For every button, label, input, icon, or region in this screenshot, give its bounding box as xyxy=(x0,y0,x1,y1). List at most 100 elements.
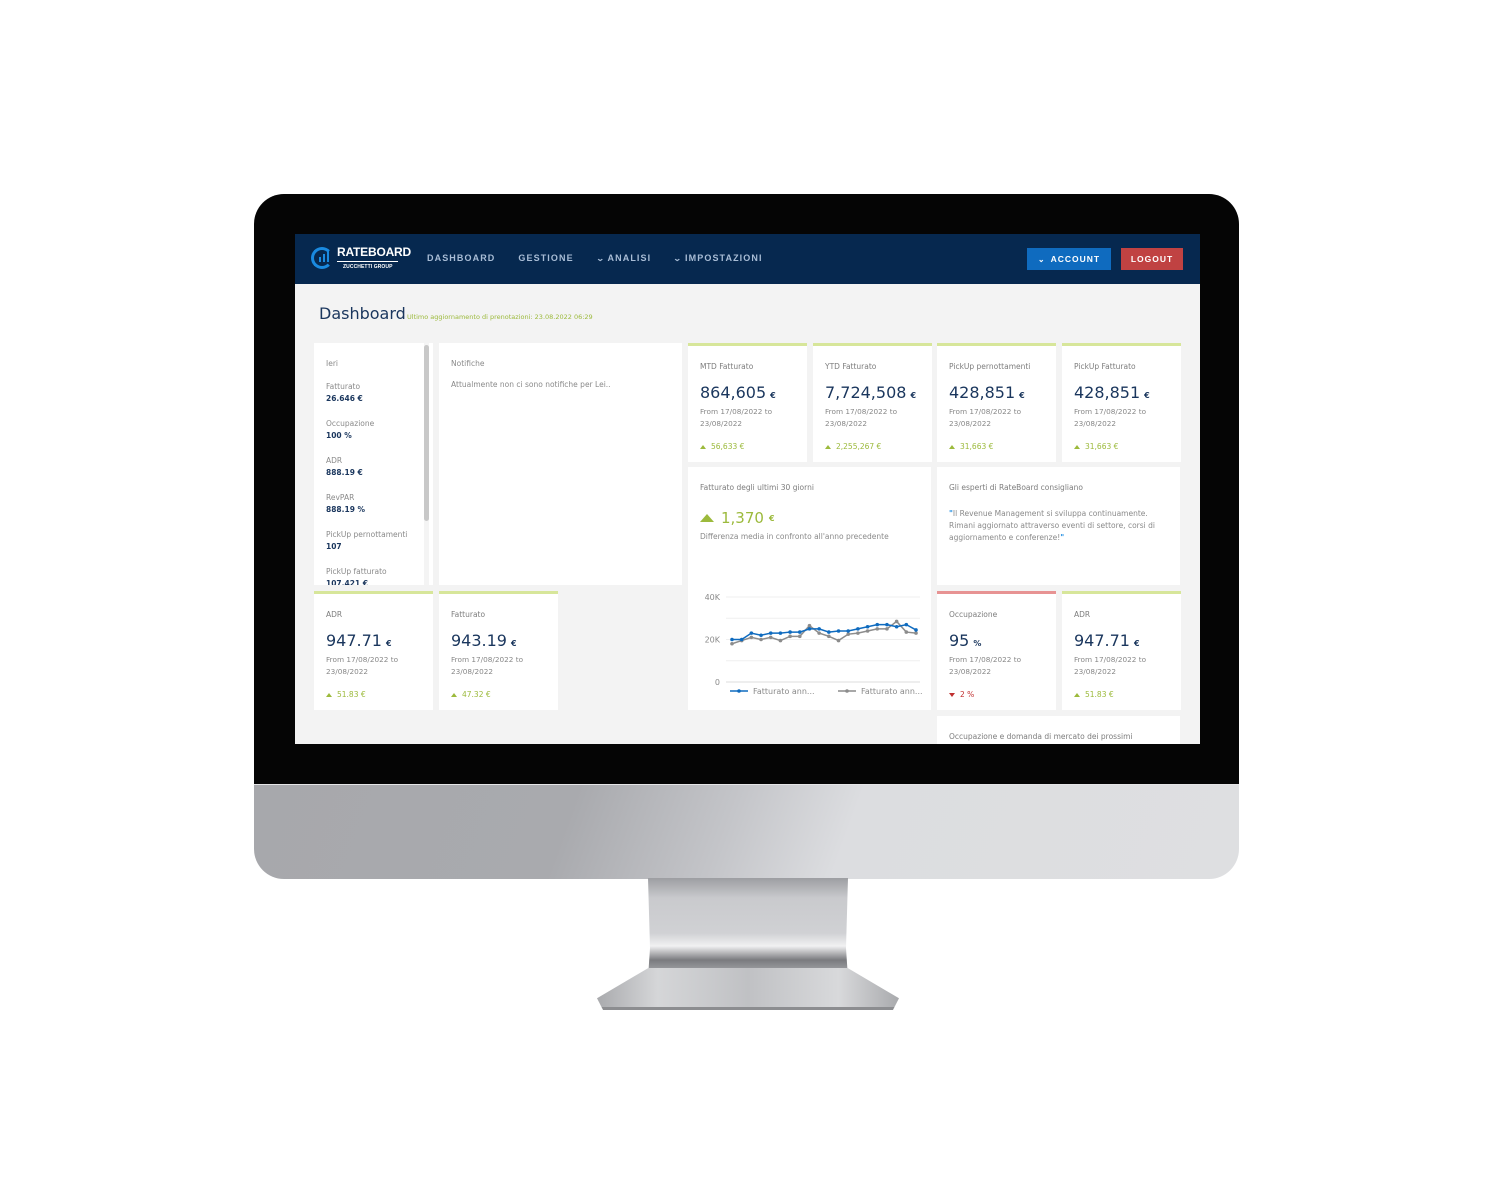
trend-up-icon xyxy=(451,692,457,697)
monitor-chin xyxy=(254,784,1239,879)
kpi-delta: 2,255,267 € xyxy=(825,442,881,451)
kpi-label: Occupazione xyxy=(949,610,998,619)
kpi-date-range: From 17/08/2022 to 23/08/2022 xyxy=(949,407,1022,428)
data-point xyxy=(904,622,909,627)
kpi-delta-value: 2 % xyxy=(960,690,975,699)
legend-label: Fatturato ann... xyxy=(861,687,923,696)
kpi-label: Fatturato xyxy=(451,610,486,619)
kpi-delta: 47.32 € xyxy=(451,690,491,699)
item-label: ADR xyxy=(326,456,343,465)
data-point xyxy=(778,631,783,635)
kpi-unit: € xyxy=(770,391,776,400)
legend-marker xyxy=(845,689,849,693)
last-update-text: Ultimo aggiornamento di prenotazioni: 23… xyxy=(407,313,593,321)
kpi-date-range: From 17/08/2022 to 23/08/2022 xyxy=(326,655,399,676)
notifications-title: Notifiche xyxy=(451,359,485,368)
kpi-card: YTD Fatturato 7,724,508 € From 17/08/2022 t… xyxy=(813,343,932,462)
nav-dashboard-label: DASHBOARD xyxy=(427,253,496,263)
data-point xyxy=(865,624,870,629)
kpi-delta: 51.83 € xyxy=(326,690,366,699)
data-point xyxy=(749,635,754,640)
kpi-date-range: From 17/08/2022 to 23/08/2022 xyxy=(1074,407,1147,428)
data-point xyxy=(788,630,792,634)
kpi-delta-value: 31,663 € xyxy=(1085,442,1119,451)
nav-impostazioni[interactable]: ⌄ IMPOSTAZIONI xyxy=(673,253,762,263)
logout-button[interactable]: LOGOUT xyxy=(1121,248,1183,270)
trend-up-icon xyxy=(326,692,332,697)
kpi-unit: € xyxy=(1019,391,1025,400)
nav-gestione[interactable]: GESTIONE xyxy=(518,253,573,263)
list-item: RevPAR 888.19 % xyxy=(326,493,365,514)
nav-analisi[interactable]: ⌄ ANALISI xyxy=(596,253,652,263)
data-point xyxy=(904,630,909,634)
data-point xyxy=(827,634,831,639)
kpi-delta: 31,663 € xyxy=(949,442,993,451)
kpi-label: MTD Fatturato xyxy=(700,362,754,371)
data-point xyxy=(875,627,880,631)
scrollbar-thumb[interactable] xyxy=(424,345,429,521)
rateboard-logo[interactable]: RATEBOARD ZUCCHETTI GROUP xyxy=(311,244,411,274)
data-point xyxy=(846,629,851,633)
notifications-panel: Notifiche Attualmente non ci sono notifi… xyxy=(439,343,682,585)
data-point xyxy=(730,641,734,646)
kpi-date-range: From 17/08/2022 to 23/08/2022 xyxy=(1074,655,1147,676)
nav-dashboard[interactable]: DASHBOARD xyxy=(427,253,495,263)
trend-up-icon xyxy=(700,514,714,522)
data-point xyxy=(759,637,763,642)
account-label: ACCOUNT xyxy=(1050,254,1101,264)
data-point xyxy=(759,633,763,638)
kpi-date-range: From 17/08/2022 to 23/08/2022 xyxy=(700,407,773,428)
revenue-30-title: Fatturato degli ultimi 30 giorni xyxy=(700,483,814,492)
trend-up-icon xyxy=(700,444,706,449)
revenue-30-unit: € xyxy=(768,513,775,523)
kpi-delta: 31,663 € xyxy=(1074,442,1118,451)
legend-label: Fatturato ann... xyxy=(753,687,815,696)
kpi-label: PickUp Fatturato xyxy=(1074,362,1136,371)
chevron-down-icon: ⌄ xyxy=(1037,254,1046,264)
kpi-value: 428,851 € xyxy=(1074,383,1150,402)
data-point xyxy=(817,631,821,635)
item-value: 888.19 € xyxy=(326,468,363,477)
data-point xyxy=(827,630,831,634)
revenue-line-chart: 0 20K 40K Fatturato ann... Fatturato ann... xyxy=(705,593,923,696)
trend-up-icon xyxy=(825,444,831,449)
kpi-card: Fatturato 943.19 € From 17/08/2022 to 23/08… xyxy=(439,591,558,710)
kpi-unit: € xyxy=(510,639,517,648)
data-point xyxy=(739,637,744,642)
item-value: 100 % xyxy=(326,431,352,440)
trend-up-icon xyxy=(1074,692,1080,697)
brand-divider xyxy=(337,261,398,262)
kpi-value: 943.19 € xyxy=(451,631,517,650)
kpi-unit: % xyxy=(973,639,982,648)
kpi-unit: € xyxy=(1133,639,1140,648)
kpi-card: PickUp Fatturato 428,851 € From 17/08/2022 … xyxy=(1062,343,1181,462)
data-point xyxy=(875,622,880,627)
revenue-30-subtitle: Differenza media in confronto all'anno p… xyxy=(700,532,889,541)
kpi-unit: € xyxy=(910,391,917,400)
kpi-label: ADR xyxy=(326,610,343,619)
kpi-number: 947.71 xyxy=(326,631,382,650)
kpi-number: 95 xyxy=(949,631,970,650)
close-quote-icon: " xyxy=(1060,533,1065,542)
data-point xyxy=(894,619,899,624)
tips-quote-text: Il Revenue Management si sviluppa contin… xyxy=(949,509,1155,542)
data-point xyxy=(788,634,792,639)
y-tick-label: 0 xyxy=(715,678,720,687)
data-point xyxy=(797,634,802,639)
item-label: RevPAR xyxy=(326,493,355,502)
item-value: 888.19 % xyxy=(326,505,366,514)
list-item: PickUp pernottamenti 107 xyxy=(326,530,407,551)
trend-up-icon xyxy=(949,444,955,449)
item-label: Occupazione xyxy=(326,419,375,428)
notifications-message: Attualmente non ci sono notifiche per Le… xyxy=(451,380,611,389)
kpi-label: ADR xyxy=(1074,610,1091,619)
nav-analisi-label: ANALISI xyxy=(607,253,652,263)
kpi-unit: € xyxy=(1144,391,1150,400)
list-item: PickUp fatturato 107.421 € xyxy=(326,567,387,585)
revenue-30-value: 1,370 € xyxy=(700,509,775,527)
kpi-delta: 2 % xyxy=(949,690,974,699)
account-button[interactable]: ⌄ ACCOUNT xyxy=(1027,248,1111,270)
item-label: PickUp fatturato xyxy=(326,567,387,576)
kpi-card: MTD Fatturato 864,605 € From 17/08/2022 to … xyxy=(688,343,807,462)
data-point xyxy=(865,629,870,633)
